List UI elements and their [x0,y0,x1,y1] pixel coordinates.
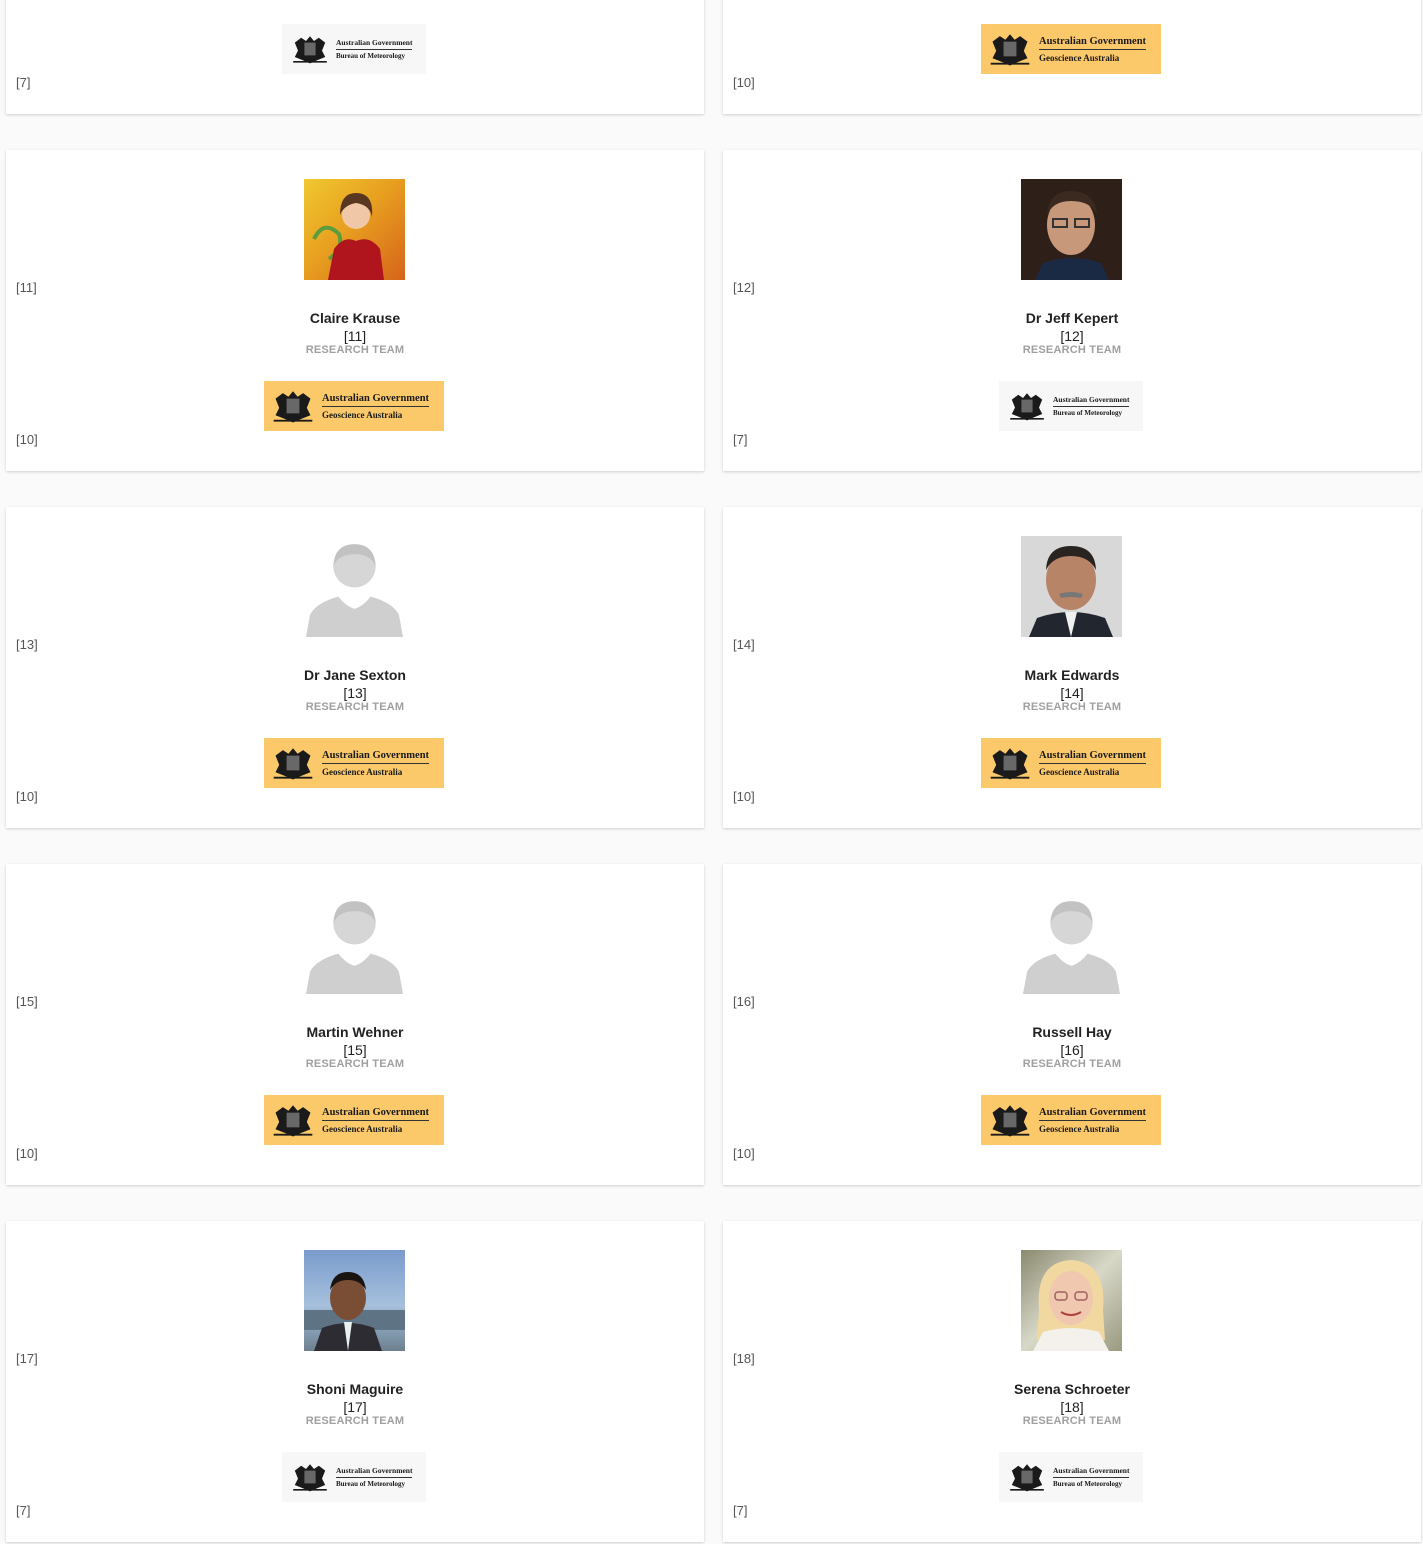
ga-logo[interactable]: Australian Government Geoscience Austral… [981,1095,1161,1145]
avatar-placeholder-icon[interactable] [304,536,405,637]
ga-logo[interactable]: Australian Government Geoscience Austral… [981,24,1161,74]
member-ref: [18] [733,1351,755,1366]
member-name[interactable]: Shoni Maguire [6,1381,704,1397]
bom-logo[interactable]: Australian Government Bureau of Meteorol… [999,381,1143,431]
member-card: [17] Shoni Maguire [17] RESEARCH TEAM Au… [6,1221,704,1542]
team-label: RESEARCH TEAM [1022,1058,1122,1070]
org-ref: [10] [16,1146,38,1161]
member-name[interactable]: Russell Hay [723,1024,1421,1040]
org-ref: [7] [16,75,31,90]
crest-icon [987,29,1033,69]
crest-icon [987,1100,1033,1140]
org-card-top-left: Australian Government Bureau of Meteorol… [6,0,704,114]
member-card: [12] Dr Jeff Kepert [12] RESEARCH TEAM A… [723,150,1421,471]
team-label: RESEARCH TEAM [1022,701,1122,713]
member-ref: [12] [733,280,755,295]
member-name-ref: [14] [1060,685,1084,701]
member-name-ref: [12] [1060,328,1084,344]
member-photo[interactable] [1021,1250,1122,1351]
member-ref: [16] [733,994,755,1009]
team-label: RESEARCH TEAM [1022,344,1122,356]
member-name-ref: [13] [343,685,367,701]
member-card: [13] Dr Jane Sexton [13] RESEARCH TEAM A… [6,507,704,828]
org-ref: [10] [16,432,38,447]
ga-logo[interactable]: Australian Government Geoscience Austral… [981,738,1161,788]
member-name[interactable]: Mark Edwards [723,667,1421,683]
member-photo[interactable] [304,1250,405,1351]
crest-icon [290,1461,330,1493]
org-ref: [10] [16,789,38,804]
crest-icon [290,33,330,65]
crest-icon [1007,1461,1047,1493]
member-name-ref: [16] [1060,1042,1084,1058]
org-ref: [10] [733,75,755,90]
member-name-ref: [11] [343,328,367,344]
bom-logo[interactable]: Australian Government Bureau of Meteorol… [282,24,426,74]
crest-icon [270,1100,316,1140]
ga-logo[interactable]: Australian Government Geoscience Austral… [264,738,444,788]
org-ref: [7] [16,1503,31,1518]
team-label: RESEARCH TEAM [305,701,405,713]
member-name[interactable]: Dr Jane Sexton [6,667,704,683]
ga-logo[interactable]: Australian Government Geoscience Austral… [264,1095,444,1145]
crest-icon [987,743,1033,783]
member-card: [11] Claire Krause [11] RESEARCH TEAM Au… [6,150,704,471]
member-ref: [17] [16,1351,38,1366]
team-label: RESEARCH TEAM [1022,1415,1122,1427]
bom-logo[interactable]: Australian Government Bureau of Meteorol… [282,1452,426,1502]
crest-icon [1007,390,1047,422]
member-card: [14] Mark Edwards [14] RESEARCH TEAM Aus… [723,507,1421,828]
member-ref: [11] [16,280,37,295]
crest-icon [270,386,316,426]
org-ref: [10] [733,1146,755,1161]
member-photo[interactable] [1021,179,1122,280]
member-name-ref: [17] [343,1399,367,1415]
org-card-top-right: Australian Government Geoscience Austral… [723,0,1421,114]
team-label: RESEARCH TEAM [305,1058,405,1070]
member-name-ref: [18] [1060,1399,1084,1415]
avatar-placeholder-icon[interactable] [1021,893,1122,994]
org-ref: [7] [733,1503,748,1518]
member-name-ref: [15] [343,1042,367,1058]
member-name[interactable]: Dr Jeff Kepert [723,310,1421,326]
bom-logo[interactable]: Australian Government Bureau of Meteorol… [999,1452,1143,1502]
member-ref: [14] [733,637,755,652]
crest-icon [270,743,316,783]
avatar-placeholder-icon[interactable] [304,893,405,994]
member-card: [18] Serena Schroeter [18] RESEARCH TEAM… [723,1221,1421,1542]
member-photo[interactable] [1021,536,1122,637]
org-ref: [7] [733,432,748,447]
ga-logo[interactable]: Australian Government Geoscience Austral… [264,381,444,431]
member-name[interactable]: Martin Wehner [6,1024,704,1040]
member-card: [15] Martin Wehner [15] RESEARCH TEAM Au… [6,864,704,1185]
member-ref: [13] [16,637,38,652]
member-photo[interactable] [304,179,405,280]
member-name[interactable]: Serena Schroeter [723,1381,1421,1397]
member-name[interactable]: Claire Krause [6,310,704,326]
team-label: RESEARCH TEAM [305,1415,405,1427]
member-ref: [15] [16,994,38,1009]
org-ref: [10] [733,789,755,804]
team-label: RESEARCH TEAM [305,344,405,356]
member-card: [16] Russell Hay [16] RESEARCH TEAM Aust… [723,864,1421,1185]
